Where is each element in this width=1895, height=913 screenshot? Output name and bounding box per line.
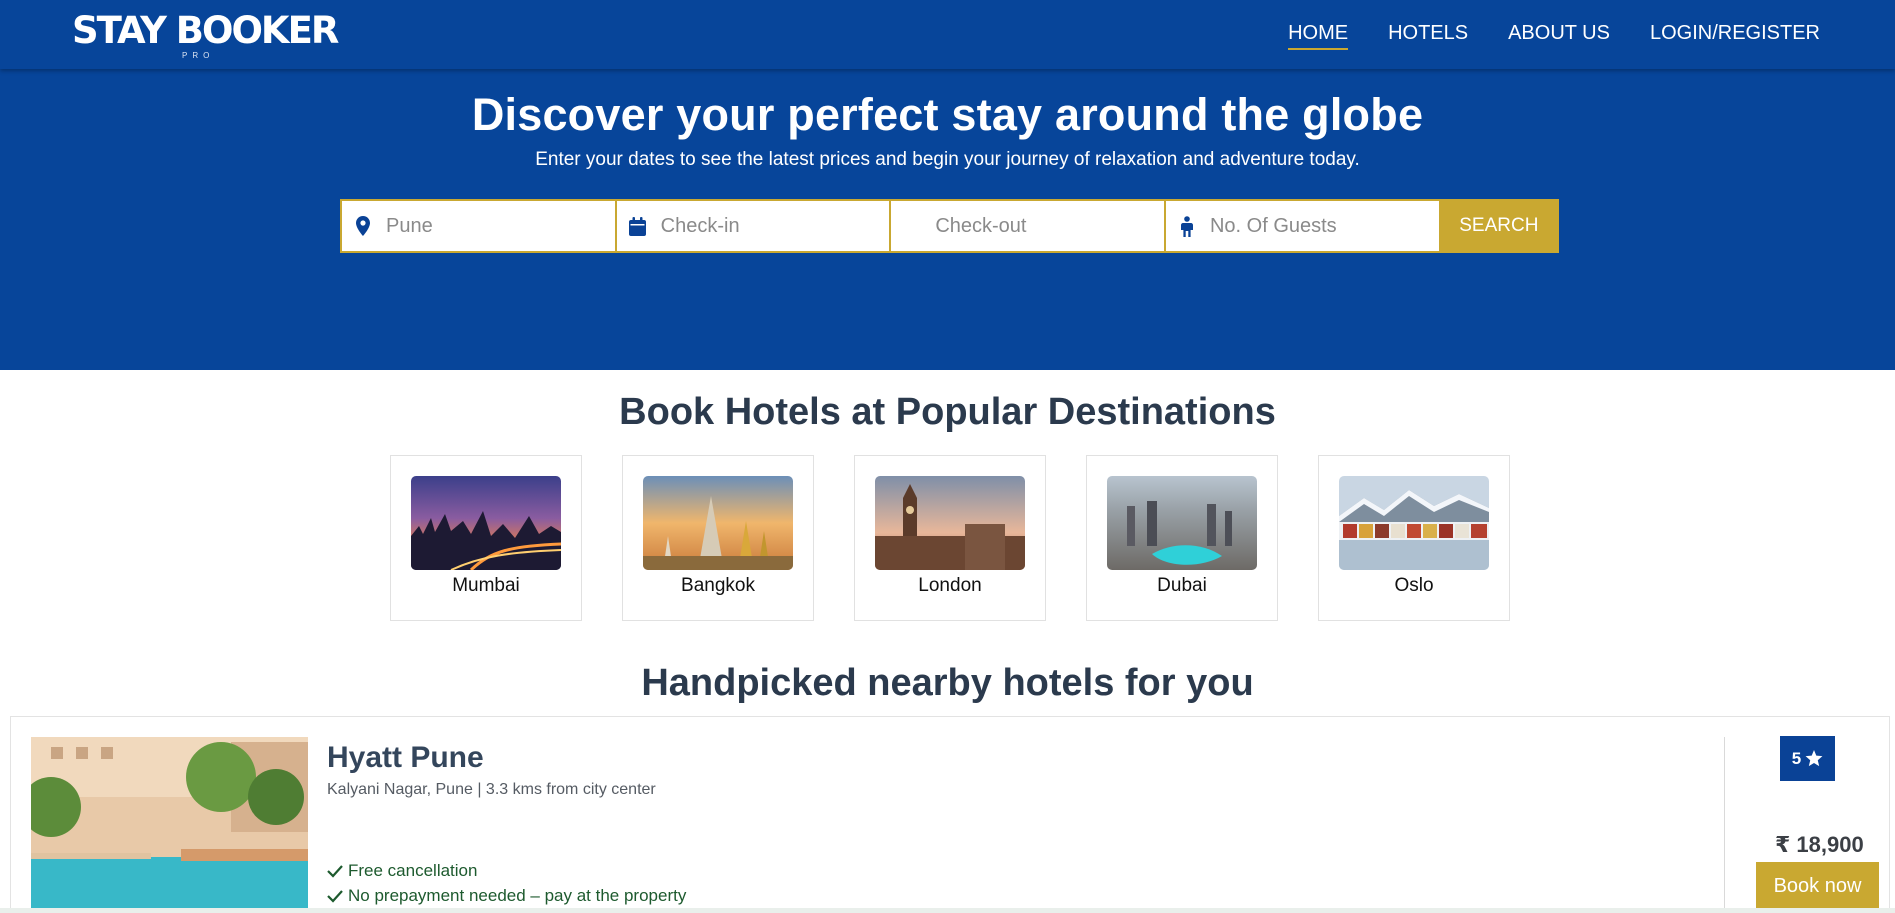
feature-text: Free cancellation <box>348 861 478 880</box>
brand-name: STAY BOOKER <box>72 9 339 52</box>
destination-name: Oslo <box>1394 575 1434 596</box>
checkin-field <box>616 201 890 251</box>
hotel-name[interactable]: Hyatt Pune <box>327 740 484 776</box>
guests-input[interactable] <box>1209 214 1430 238</box>
checkout-field <box>891 201 1164 251</box>
guests-field <box>1165 201 1439 251</box>
feature-free-cancellation: Free cancellation <box>327 860 477 882</box>
hotel-image[interactable] <box>31 737 308 913</box>
oslo-image <box>1339 476 1489 570</box>
person-icon <box>1176 215 1198 237</box>
destination-card-dubai[interactable]: Dubai <box>1086 455 1278 621</box>
checkin-input[interactable] <box>660 214 881 238</box>
page-bottom-strip <box>0 908 1895 913</box>
destinations-list: Mumbai Bangkok London Dubai Oslo <box>390 455 1510 621</box>
destination-card-london[interactable]: London <box>854 455 1046 621</box>
brand-logo[interactable]: STAY BOOKER PRO <box>72 9 339 61</box>
destination-name: Mumbai <box>452 575 520 596</box>
main-nav: HOME HOTELS ABOUT US LOGIN/REGISTER <box>1248 20 1820 50</box>
nav-hotels-link[interactable]: HOTELS <box>1388 20 1468 46</box>
dubai-image <box>1107 476 1257 570</box>
brand-tagline: PRO <box>182 51 215 60</box>
london-image <box>875 476 1025 570</box>
rating-value: 5 <box>1791 748 1802 768</box>
destination-card-mumbai[interactable]: Mumbai <box>390 455 582 621</box>
destinations-title: Book Hotels at Popular Destinations <box>619 391 1276 433</box>
check-icon <box>327 890 343 903</box>
nearby-hotels-title: Handpicked nearby hotels for you <box>641 662 1254 704</box>
search-bar: SEARCH <box>340 199 1559 253</box>
top-navbar: STAY BOOKER PRO HOME HOTELS ABOUT US LOG… <box>0 0 1895 69</box>
checkout-input[interactable] <box>935 214 1156 238</box>
nav-home-link[interactable]: HOME <box>1288 20 1349 50</box>
feature-text: No prepayment needed – pay at the proper… <box>348 886 687 905</box>
hotel-location: Kalyani Nagar, Pune | 3.3 kms from city … <box>327 781 656 798</box>
destination-card-bangkok[interactable]: Bangkok <box>622 455 814 621</box>
check-icon <box>327 865 343 878</box>
location-field <box>342 201 615 251</box>
destination-card-oslo[interactable]: Oslo <box>1318 455 1510 621</box>
feature-no-prepayment: No prepayment needed – pay at the proper… <box>327 885 686 907</box>
nav-login-register-link[interactable]: LOGIN/REGISTER <box>1650 20 1820 46</box>
destination-name: London <box>918 575 982 596</box>
destination-name: Bangkok <box>681 575 755 596</box>
hero-section: Discover your perfect stay around the gl… <box>0 69 1895 370</box>
hotel-price: ₹ 18,900 <box>1775 832 1864 857</box>
card-divider <box>1724 737 1725 913</box>
checkout-spacer <box>901 215 923 237</box>
calendar-icon <box>627 215 649 237</box>
hero-subtitle: Enter your dates to see the latest price… <box>535 149 1360 170</box>
bangkok-image <box>643 476 793 570</box>
star-icon <box>1805 750 1823 767</box>
destination-name: Dubai <box>1157 575 1207 596</box>
mumbai-image <box>411 476 561 570</box>
hero-title: Discover your perfect stay around the gl… <box>471 89 1424 140</box>
search-button[interactable]: SEARCH <box>1440 201 1558 251</box>
book-now-button[interactable]: Book now <box>1756 862 1879 910</box>
nav-about-us-link[interactable]: ABOUT US <box>1508 20 1610 46</box>
map-pin-icon <box>352 215 374 237</box>
location-input[interactable] <box>386 214 606 238</box>
hotel-card: Hyatt Pune Kalyani Nagar, Pune | 3.3 kms… <box>10 716 1890 913</box>
rating-badge: 5 <box>1780 736 1835 781</box>
